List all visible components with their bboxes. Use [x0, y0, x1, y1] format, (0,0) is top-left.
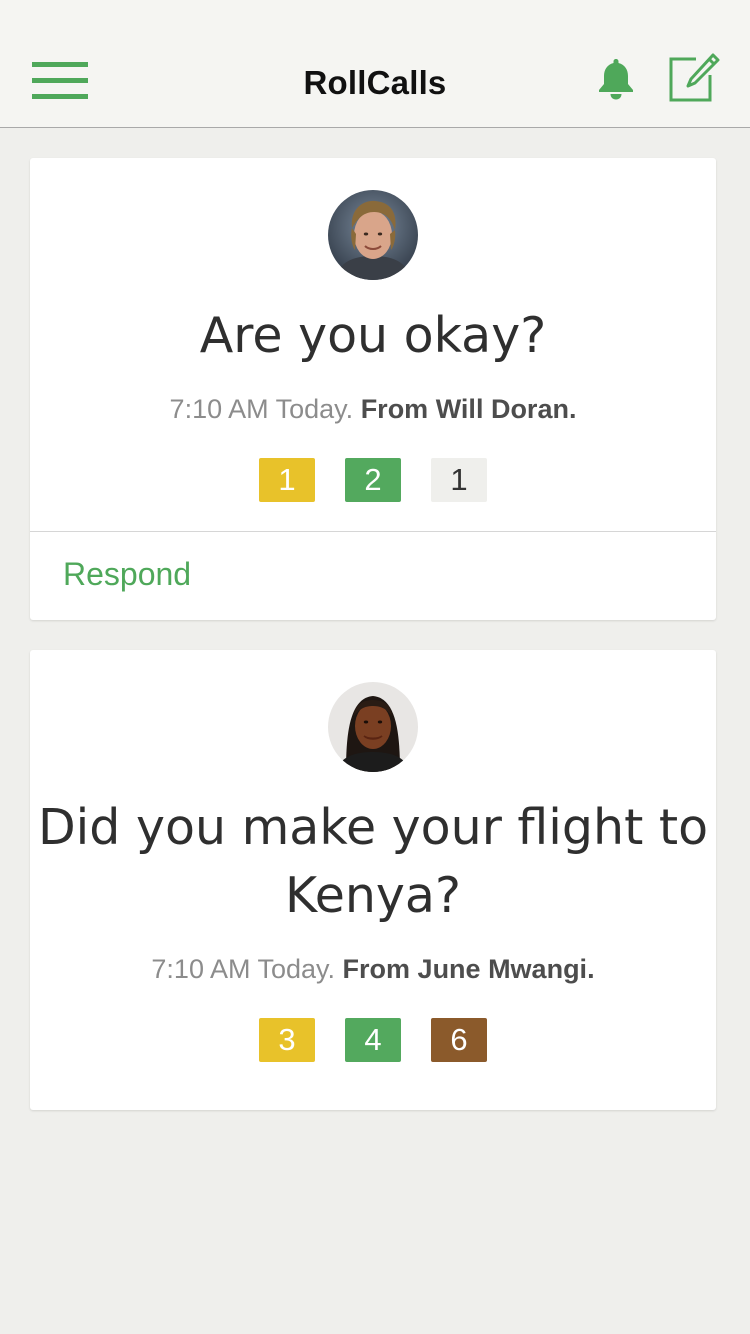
rollcall-sender: From June Mwangi. — [342, 954, 595, 984]
rollcall-question: Did you make your flight to Kenya? — [37, 799, 709, 924]
navigation-bar: RollCalls — [0, 0, 750, 128]
rollcall-meta: 7:10 AM Today. From Will Doran. — [30, 394, 716, 425]
rollcall-sender: From Will Doran. — [360, 394, 577, 424]
respond-button[interactable]: Respond — [63, 556, 191, 593]
count-badge-yellow: 3 — [259, 1018, 315, 1062]
rollcall-question: Are you okay? — [199, 307, 547, 364]
rollcall-card: Are you okay? 7:10 AM Today. From Will D… — [30, 158, 716, 620]
response-count-badges: 3 4 6 — [30, 1018, 716, 1062]
count-badge-brown: 6 — [431, 1018, 487, 1062]
response-count-badges: 1 2 1 — [30, 458, 716, 502]
avatar — [328, 682, 418, 772]
rollcall-meta: 7:10 AM Today. From June Mwangi. — [30, 954, 716, 985]
rollcall-time: 7:10 AM Today. — [169, 394, 354, 424]
page-title: RollCalls — [303, 64, 447, 101]
count-badge-green: 4 — [345, 1018, 401, 1062]
count-badge-yellow: 1 — [259, 458, 315, 502]
rollcall-card: Did you make your flight to Kenya? 7:10 … — [30, 650, 716, 1110]
card-divider — [30, 531, 716, 532]
bell-icon[interactable] — [595, 57, 637, 101]
count-badge-gray: 1 — [431, 458, 487, 502]
count-badge-green: 2 — [345, 458, 401, 502]
avatar — [328, 190, 418, 280]
rollcall-time: 7:10 AM Today. — [151, 954, 336, 984]
compose-icon[interactable] — [668, 53, 720, 103]
